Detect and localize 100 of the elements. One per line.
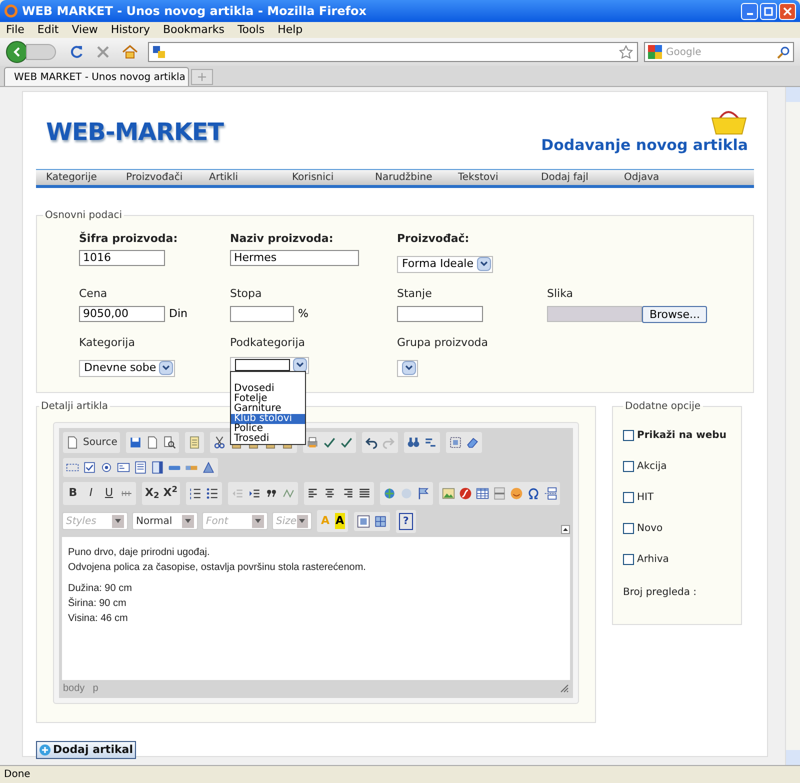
select-dropdown[interactable]: Forma Ideale bbox=[397, 256, 493, 273]
text-field[interactable]: 9050,00 bbox=[79, 306, 165, 322]
numbered-list-icon[interactable] bbox=[189, 486, 202, 500]
select-dropdown[interactable]: Dnevne sobe bbox=[79, 360, 176, 377]
page-break-icon[interactable] bbox=[544, 486, 558, 500]
indent-icon[interactable] bbox=[248, 486, 262, 500]
preview-icon[interactable] bbox=[163, 436, 176, 449]
home-icon[interactable] bbox=[122, 45, 138, 59]
format-button[interactable]: B bbox=[66, 485, 80, 502]
checkbox[interactable] bbox=[623, 492, 634, 503]
dropdown-option[interactable]: Dvosedi bbox=[231, 384, 305, 394]
script-button[interactable]: X$^{2}$ bbox=[163, 485, 178, 502]
undo-icon[interactable] bbox=[365, 436, 378, 449]
justify-icon[interactable] bbox=[358, 486, 372, 500]
checkbox[interactable] bbox=[623, 461, 634, 472]
dropdown-option[interactable]: Klub stolovi bbox=[231, 414, 305, 424]
dropdown-option[interactable]: Garniture bbox=[231, 404, 305, 414]
menu-item[interactable]: View bbox=[72, 22, 98, 38]
dropdown-option[interactable]: Fotelje bbox=[231, 394, 305, 404]
format-combo[interactable]: Normal bbox=[132, 512, 198, 530]
text-field[interactable] bbox=[397, 306, 483, 322]
table-icon[interactable] bbox=[476, 486, 490, 500]
close-button[interactable] bbox=[779, 2, 796, 20]
minimize-button[interactable] bbox=[741, 2, 758, 20]
page-icon[interactable] bbox=[66, 436, 79, 449]
help-button[interactable]: ? bbox=[399, 512, 413, 530]
text-field-icon[interactable] bbox=[117, 461, 130, 474]
list-box-icon[interactable] bbox=[151, 461, 164, 474]
globe-link-icon[interactable] bbox=[383, 486, 396, 500]
reload-icon[interactable] bbox=[70, 45, 84, 59]
dropdown-option[interactable]: Trosedi bbox=[231, 434, 305, 444]
collapse-button[interactable] bbox=[561, 524, 570, 534]
nav-link[interactable]: Artikli bbox=[207, 170, 282, 184]
dropdown-arrow[interactable] bbox=[159, 361, 174, 376]
file-path-field[interactable] bbox=[547, 306, 642, 322]
template-icon[interactable] bbox=[188, 436, 202, 449]
menu-item[interactable]: File bbox=[6, 22, 24, 38]
select-dropdown[interactable] bbox=[397, 360, 418, 376]
color-button[interactable]: A bbox=[334, 512, 346, 530]
maximize-icon bbox=[764, 6, 773, 16]
star-icon[interactable] bbox=[619, 45, 633, 59]
binoculars-icon[interactable] bbox=[407, 436, 420, 449]
nav-link[interactable]: Tekstovi bbox=[456, 170, 531, 184]
triangle-icon[interactable] bbox=[202, 461, 215, 474]
nav-link[interactable]: Odjava bbox=[622, 170, 697, 184]
text-field[interactable]: Hermes bbox=[230, 250, 359, 266]
checkbox[interactable] bbox=[623, 430, 634, 441]
menu-item[interactable]: Bookmarks bbox=[162, 22, 224, 38]
dropdown-arrow[interactable] bbox=[476, 257, 491, 272]
dropdown-arrow[interactable] bbox=[293, 358, 307, 372]
radio-icon[interactable] bbox=[100, 461, 113, 474]
menu-item[interactable]: History bbox=[110, 22, 150, 38]
nav-link[interactable]: Kategorije bbox=[44, 170, 116, 184]
add-article-button[interactable]: Dodaj artikal bbox=[36, 740, 136, 759]
browse-button[interactable]: Browse... bbox=[642, 306, 707, 322]
dropdown-option[interactable]: Police bbox=[231, 424, 305, 434]
dropdown-arrow[interactable] bbox=[402, 361, 416, 375]
checkbox[interactable] bbox=[623, 523, 634, 534]
checkbox[interactable] bbox=[623, 554, 634, 565]
omega-icon[interactable] bbox=[527, 486, 540, 500]
eraser-icon[interactable] bbox=[466, 436, 480, 449]
scissors-icon[interactable] bbox=[213, 436, 226, 449]
printer-icon[interactable] bbox=[306, 436, 320, 449]
section-legend: Osnovni podaci bbox=[43, 208, 124, 222]
page-icon[interactable] bbox=[146, 436, 160, 449]
form-icon[interactable] bbox=[66, 461, 79, 474]
nav-link[interactable]: Narudžbine bbox=[373, 170, 448, 184]
floppy-icon[interactable] bbox=[129, 436, 142, 449]
menu-item[interactable]: Help bbox=[278, 22, 303, 38]
select-all-icon[interactable] bbox=[449, 436, 462, 449]
maximize-button[interactable] bbox=[760, 2, 777, 20]
editor-content[interactable]: Puno drvo, daje prirodni ugođaj. Odvojena polica za časopise, ostavlja površinu stola rasterećenom. Dužina: 90 cm Širina: 90 cm Visina: 46 cm bbox=[59, 536, 573, 680]
bulleted-list-icon[interactable] bbox=[206, 486, 220, 500]
nav-link[interactable]: Dodaj fajl bbox=[539, 170, 614, 184]
nav-link[interactable]: Proizvođači bbox=[124, 170, 199, 184]
nav-link[interactable]: Korisnici bbox=[290, 170, 365, 184]
menu-item[interactable]: Tools bbox=[237, 22, 265, 38]
flag-icon[interactable] bbox=[417, 486, 430, 500]
checkbox-icon[interactable] bbox=[83, 461, 96, 474]
format-button[interactable]: U bbox=[102, 485, 116, 502]
resize-grip-icon[interactable] bbox=[560, 684, 569, 693]
field-label: Slika bbox=[547, 286, 574, 302]
format-button[interactable]: I bbox=[84, 485, 98, 502]
menu-item[interactable]: Edit bbox=[37, 22, 59, 38]
text-area-icon[interactable] bbox=[134, 461, 147, 474]
text-field[interactable] bbox=[230, 306, 294, 322]
scrollbar[interactable] bbox=[785, 87, 800, 765]
maximize-icon[interactable] bbox=[357, 514, 370, 528]
smiley-icon[interactable] bbox=[510, 486, 524, 500]
show-blocks-icon[interactable] bbox=[374, 514, 388, 528]
text-field[interactable]: 1016 bbox=[79, 250, 165, 266]
site-logo: WEB-MARKET bbox=[46, 117, 224, 148]
source-button[interactable]: Source bbox=[83, 435, 118, 450]
browser-tab[interactable]: WEB MARKET - Unos novog artikla bbox=[4, 67, 189, 86]
search-icon[interactable] bbox=[777, 46, 790, 58]
script-button[interactable]: X$_{2}$ bbox=[145, 485, 160, 502]
flash-icon[interactable] bbox=[459, 486, 472, 500]
address-field[interactable] bbox=[148, 42, 638, 62]
image-icon[interactable] bbox=[442, 486, 456, 500]
back-button[interactable] bbox=[6, 41, 28, 63]
